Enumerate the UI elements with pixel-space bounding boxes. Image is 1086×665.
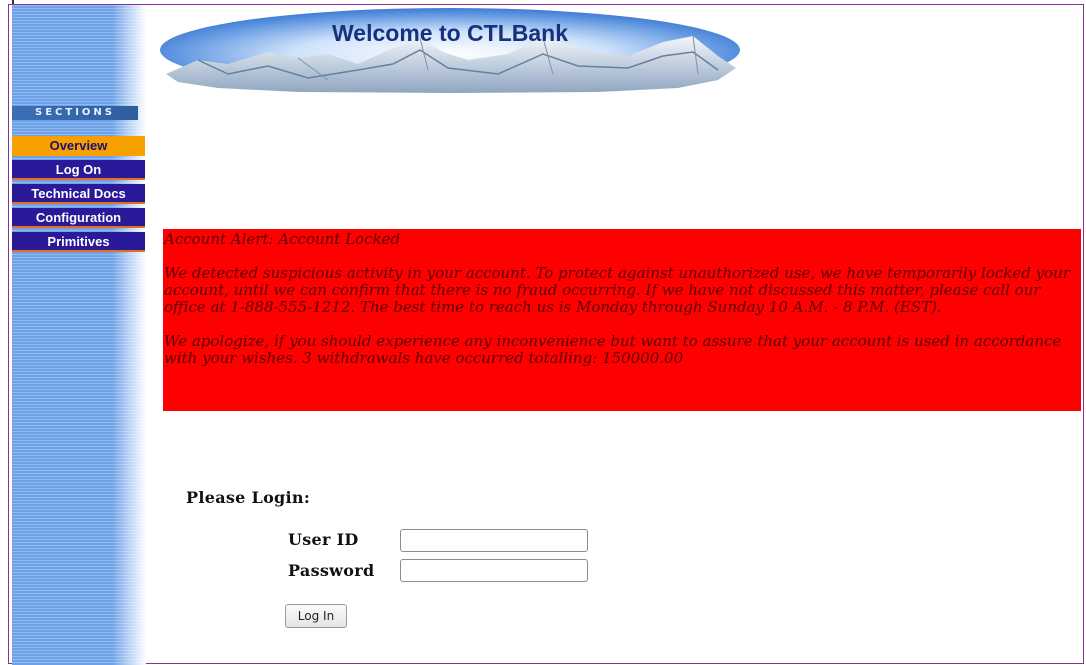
sidebar-nav: Overview Log On Technical Docs Configura… bbox=[12, 136, 145, 256]
alert-title: Account Alert: Account Locked bbox=[164, 230, 401, 248]
login-heading: Please Login: bbox=[186, 488, 311, 507]
sidebar-item-log-on[interactable]: Log On bbox=[12, 160, 145, 180]
sidebar-item-primitives[interactable]: Primitives bbox=[12, 232, 145, 252]
user-id-label: User ID bbox=[288, 530, 359, 549]
account-alert: Account Alert: Account Locked We detecte… bbox=[163, 229, 1081, 411]
sidebar-item-overview[interactable]: Overview bbox=[12, 136, 145, 156]
banner: Welcome to CTLBank bbox=[158, 8, 742, 94]
alert-body: We detected suspicious activity in your … bbox=[164, 264, 1070, 316]
password-input[interactable] bbox=[400, 559, 588, 582]
sidebar-item-configuration[interactable]: Configuration bbox=[12, 208, 145, 228]
log-in-button[interactable]: Log In bbox=[285, 604, 347, 628]
page-corner-mark bbox=[12, 0, 14, 4]
user-id-input[interactable] bbox=[400, 529, 588, 552]
banner-title: Welcome to CTLBank bbox=[332, 20, 568, 46]
alert-footer: We apologize, if you should experience a… bbox=[164, 332, 1062, 367]
sidebar-background bbox=[12, 5, 146, 665]
password-label: Password bbox=[288, 561, 375, 580]
sections-label: SECTIONS bbox=[12, 106, 138, 120]
sidebar-item-technical-docs[interactable]: Technical Docs bbox=[12, 184, 145, 204]
